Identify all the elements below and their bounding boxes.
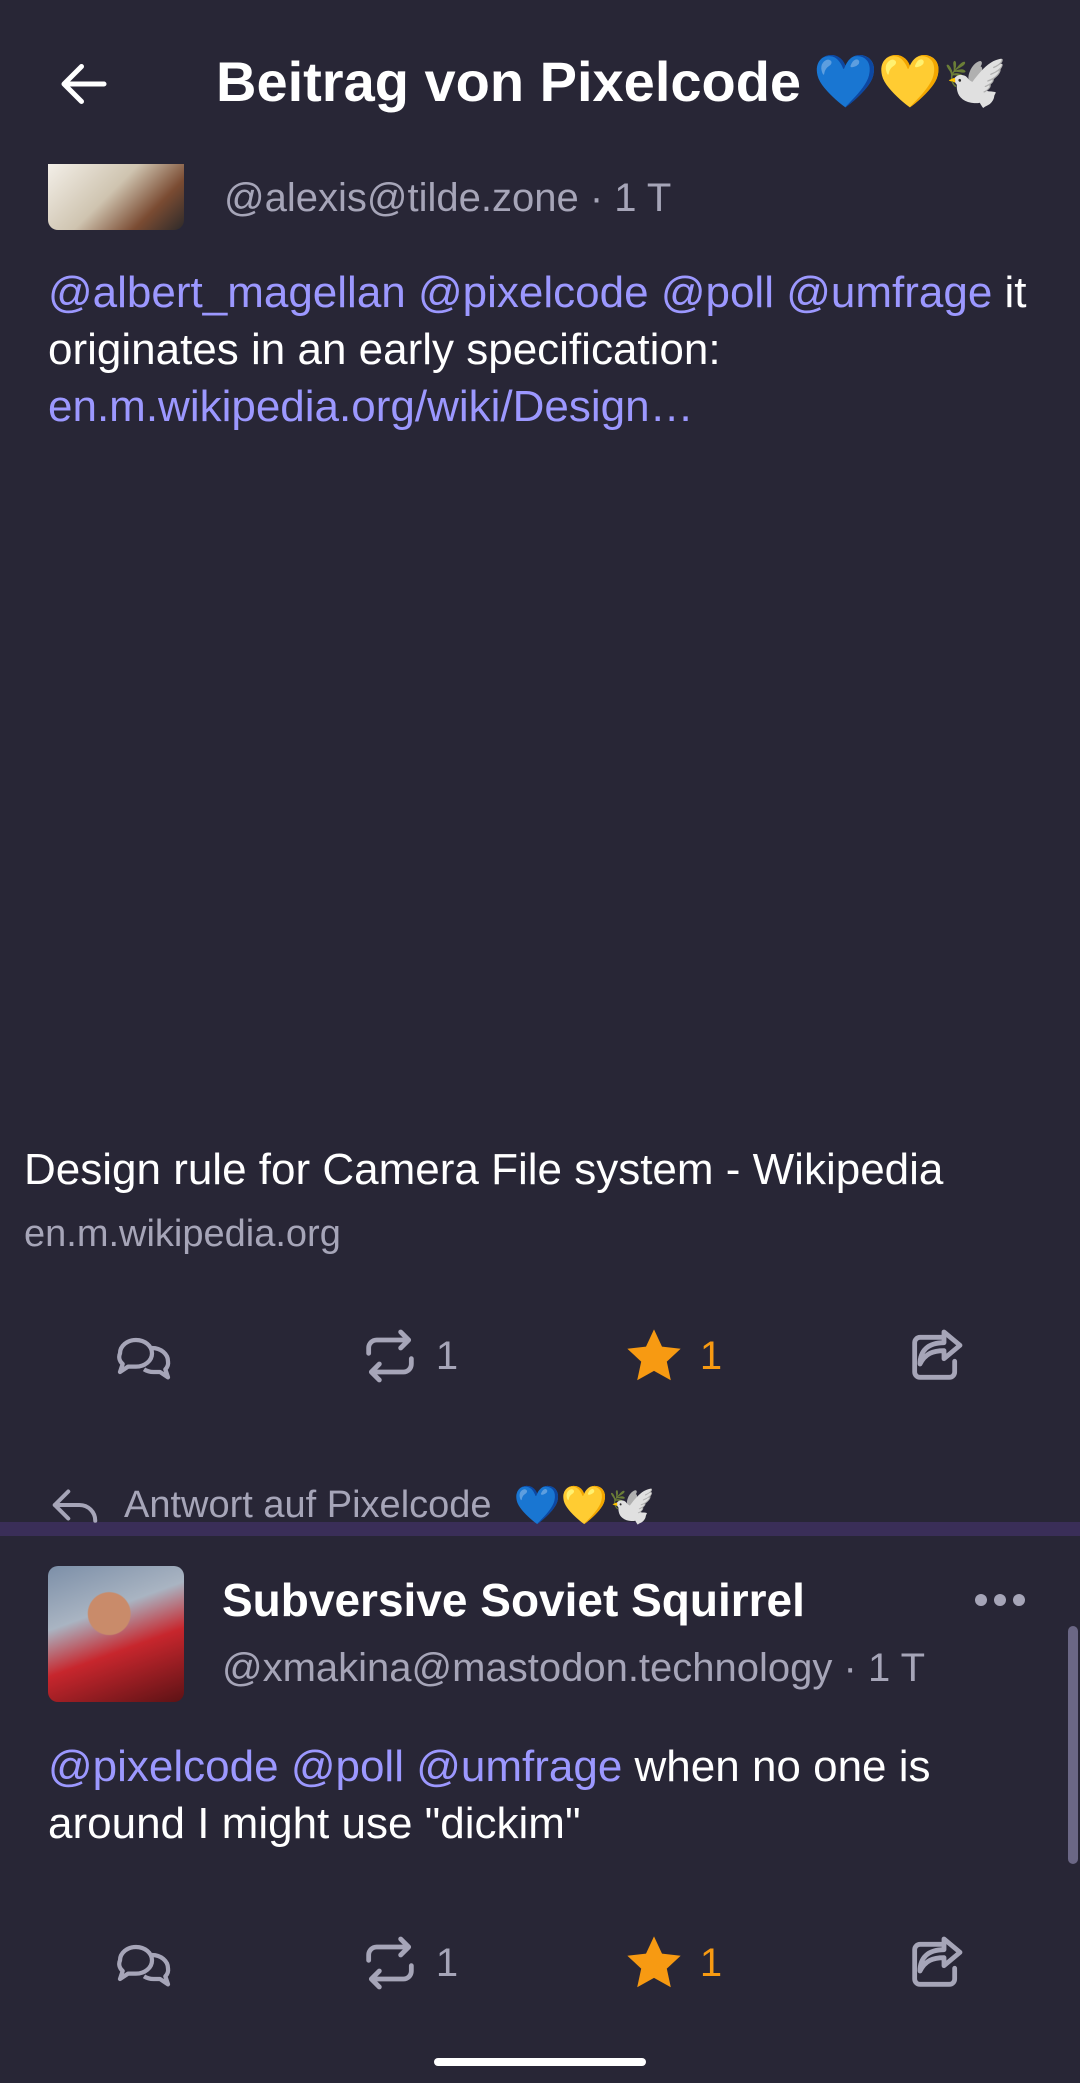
share-button[interactable] <box>852 1286 1020 1426</box>
mention-link[interactable]: @poll <box>661 268 774 317</box>
favourite-button[interactable]: 1 <box>588 1893 756 2033</box>
post2-content: @pixelcode @poll @umfrage when no one is… <box>48 1738 1032 1852</box>
boost-count: 1 <box>435 1940 459 1985</box>
top-app-bar: Beitrag von Pixelcode 💙💛🕊️ <box>0 0 1080 164</box>
post2-actions: 1 1 <box>0 1893 1080 2033</box>
post2-display-name[interactable]: Subversive Soviet Squirrel <box>222 1566 805 1634</box>
in-reply-to[interactable]: Antwort auf Pixelcode 💙💛🕊️ <box>48 1476 1032 1534</box>
boost-count: 1 <box>435 1333 459 1378</box>
back-arrow-icon <box>61 64 107 104</box>
post1-actions: 1 1 <box>0 1286 1080 1426</box>
reply-label: Antwort auf Pixelcode <box>124 1483 492 1526</box>
avatar[interactable] <box>48 1566 184 1702</box>
back-button[interactable] <box>30 30 138 138</box>
boost-button[interactable]: 1 <box>324 1286 492 1426</box>
mention-link[interactable]: @albert_magellan <box>48 268 406 317</box>
favourite-count: 1 <box>699 1333 723 1378</box>
mention-link[interactable]: @pixelcode <box>418 268 649 317</box>
link-card-image[interactable] <box>0 532 1080 1114</box>
avatar[interactable] <box>48 164 184 230</box>
reply-icon <box>117 1944 171 1987</box>
favourite-count: 1 <box>699 1940 723 1985</box>
reply-icon <box>117 1337 171 1380</box>
wikipedia-link[interactable]: en.m.wikipedia.org/wiki/Design… <box>48 382 694 431</box>
post1-meta: @alexis@tilde.zone · 1 T <box>48 164 1032 230</box>
home-indicator[interactable] <box>434 2058 646 2066</box>
share-icon <box>912 1936 963 1987</box>
more-icon <box>975 1594 1025 1606</box>
star-icon <box>627 1936 681 1988</box>
mention-link[interactable]: @umfrage <box>786 268 992 317</box>
page-title-emoji: 💙💛🕊️ <box>813 52 1008 112</box>
mention-link[interactable]: @pixelcode <box>48 1742 279 1791</box>
app: Beitrag von Pixelcode 💙💛🕊️ @alexis@tilde… <box>0 0 1080 2083</box>
scrollbar[interactable] <box>1068 1626 1078 1864</box>
boost-icon <box>366 1329 414 1383</box>
reply-emoji: 💙💛🕊️ <box>513 1482 656 1527</box>
reply-button[interactable] <box>60 1286 228 1426</box>
mention-link[interactable]: @poll <box>291 1742 404 1791</box>
more-options-button[interactable] <box>968 1566 1032 1634</box>
link-card-title[interactable]: Design rule for Camera File system - Wik… <box>24 1142 1054 1198</box>
link-card-domain: en.m.wikipedia.org <box>24 1213 341 1255</box>
page-title: Beitrag von Pixelcode 💙💛🕊️ <box>216 44 1036 120</box>
star-icon <box>627 1329 681 1381</box>
mention-link[interactable]: @umfrage <box>416 1742 622 1791</box>
reply-arrow-icon <box>52 1489 98 1523</box>
favourite-button[interactable]: 1 <box>588 1286 756 1426</box>
post1-content: @albert_magellan @pixelcode @poll @umfra… <box>48 264 1032 435</box>
post1-handle[interactable]: @alexis@tilde.zone · 1 T <box>224 170 671 226</box>
reply-button[interactable] <box>60 1893 228 2033</box>
page-title-text: Beitrag von Pixelcode <box>216 50 802 113</box>
boost-button[interactable]: 1 <box>324 1893 492 2033</box>
share-button[interactable] <box>852 1893 1020 2033</box>
share-icon <box>912 1329 963 1380</box>
boost-icon <box>366 1936 414 1990</box>
post2-handle[interactable]: @xmakina@mastodon.technology · 1 T <box>222 1638 925 1698</box>
